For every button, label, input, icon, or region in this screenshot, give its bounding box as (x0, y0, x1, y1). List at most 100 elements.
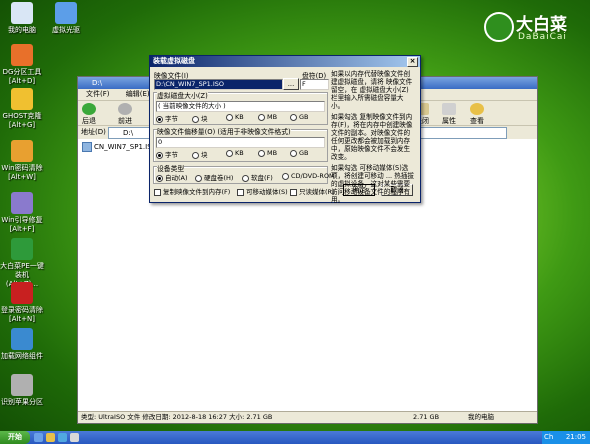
desktop-icon-label: 加载网络组件 (1, 352, 43, 360)
desktop-icon[interactable]: Win密码清除 [Alt+W] (0, 140, 44, 182)
iso-file-icon (82, 142, 92, 152)
desktop-icon[interactable]: GHOST克隆 [Alt+G] (0, 88, 44, 130)
menu-file[interactable]: 文件(F) (86, 90, 110, 98)
device-floppy[interactable]: 软盘(F) (242, 172, 273, 182)
radio-dot-icon (156, 174, 163, 182)
desktop-icon-label: 识别苹果分区 (1, 398, 43, 406)
drive-select[interactable]: F (300, 79, 329, 90)
address-label: 地址(D) (81, 128, 106, 136)
desktop-icon[interactable]: 加载网络组件 (0, 328, 44, 361)
desktop-icon-label: Win密码清除 [Alt+W] (1, 164, 43, 181)
forward-arrow-icon (118, 103, 132, 115)
image-file-input[interactable]: D:\CN_WIN7_SP1.ISO (154, 79, 283, 90)
view-icon (470, 103, 484, 115)
forward-button[interactable]: 前进 (118, 103, 132, 126)
quicklaunch-tool-icon[interactable] (70, 433, 79, 442)
desktop-icon-label: GHOST克隆 [Alt+G] (2, 112, 42, 129)
properties-button[interactable]: 属性 (442, 103, 456, 126)
readonly-media-checkbox[interactable]: 只读媒体(R) (290, 186, 335, 196)
status-info: 类型: UltraISO 文件 修改日期: 2012-8-18 16:27 大小… (81, 413, 273, 421)
desktop-icon[interactable]: 我的电脑 (0, 2, 44, 35)
logo-pinyin: DaBaiCai (518, 32, 567, 42)
dabaicai-logo: 大白菜 DaBaiCai (484, 10, 582, 48)
desktop-app-icon (11, 282, 33, 304)
help-paragraph: 如果以内存代替映像文件创建虚拟磁盘，请将 映像文件 留空，在 虚拟磁盘大小(Z)… (331, 70, 413, 110)
device-hdd[interactable]: 硬盘卷(H) (195, 172, 233, 182)
radio-dot-icon (192, 151, 199, 159)
menu-edit[interactable]: 编辑(E) (126, 90, 150, 98)
desktop-icon[interactable]: 虚拟光驱 (44, 2, 88, 35)
radio-dot-icon (242, 174, 249, 182)
device-auto[interactable]: 自动(A) (156, 172, 188, 182)
desktop-app-icon (11, 328, 33, 350)
browse-button[interactable]: ... (283, 78, 299, 90)
quicklaunch-folder-icon[interactable] (46, 433, 55, 442)
dialog-title[interactable]: 装载虚拟磁盘 × (150, 56, 420, 67)
radio-dot-icon (290, 113, 297, 121)
file-item[interactable]: CN_WIN7_SP1.ISO (82, 142, 157, 152)
help-paragraph: 如果勾选 复制映像文件到内存(F)，将在内存中创建映像文件的副本。对映像文件的任… (331, 113, 413, 161)
start-button[interactable]: 开始 (0, 431, 30, 444)
desktop-icon-label: DG分区工具 [Alt+D] (2, 68, 42, 85)
disk-size-label: 虚拟磁盘大小(Z) (157, 90, 208, 100)
offset-unit-gb[interactable]: GB (290, 149, 309, 157)
device-cdrom[interactable]: CD/DVD-ROM (282, 172, 335, 180)
offset-unit-kb[interactable]: KB (226, 149, 244, 157)
size-unit-kb[interactable]: KB (226, 113, 244, 121)
radio-dot-icon (195, 174, 202, 182)
desktop-icon[interactable]: 登录密码清除 [Alt+N] (0, 282, 44, 324)
checkbox-icon (290, 188, 297, 196)
quicklaunch-explorer-icon[interactable] (34, 433, 43, 442)
offset-unit-bytes[interactable]: 字节 (156, 149, 178, 159)
desktop-icon-label: 我的电脑 (8, 26, 36, 34)
desktop-app-icon (11, 192, 33, 214)
size-unit-block[interactable]: 块 (192, 113, 208, 123)
desktop-icon-label: 虚拟光驱 (52, 26, 80, 34)
desktop-icon-label: 登录密码清除 [Alt+N] (1, 306, 43, 323)
offset-input[interactable]: 0 (156, 137, 325, 148)
offset-unit-block[interactable]: 块 (192, 149, 208, 159)
radio-dot-icon (156, 115, 163, 123)
quicklaunch-ie-icon[interactable] (58, 433, 67, 442)
desktop-app-icon (11, 44, 33, 66)
checkbox-icon (154, 188, 161, 196)
help-paragraph: 如果勾选 可移动媒体(S)选项，将创建可移动 ... 热插拔的虚拟设备，这对某些… (331, 164, 415, 204)
desktop-app-icon (11, 88, 33, 110)
back-button[interactable]: 后退 (82, 103, 96, 126)
mount-dialog[interactable]: 装载虚拟磁盘 × 映像文件(I) D:\CN_WIN7_SP1.ISO ... … (149, 55, 421, 204)
ime-indicator[interactable]: Ch (544, 431, 553, 444)
radio-dot-icon (226, 113, 233, 121)
view-button[interactable]: 查看 (470, 103, 484, 126)
radio-dot-icon (290, 149, 297, 157)
desktop-app-icon (11, 140, 33, 162)
dialog-help-text: 如果以内存代替映像文件创建虚拟磁盘，请将 映像文件 留空，在 虚拟磁盘大小(Z)… (331, 70, 415, 207)
desktop-icon[interactable]: Win引导修复 [Alt+F] (0, 192, 44, 234)
properties-icon (442, 103, 456, 115)
system-tray: Ch 21:05 (542, 431, 590, 444)
copy-to-memory-checkbox[interactable]: 复制映像文件到内存(F) (154, 186, 230, 196)
radio-dot-icon (192, 115, 199, 123)
clock[interactable]: 21:05 (566, 433, 586, 441)
size-unit-bytes[interactable]: 字节 (156, 113, 178, 123)
size-unit-gb[interactable]: GB (290, 113, 309, 121)
offset-unit-mb[interactable]: MB (258, 149, 277, 157)
desktop-icon[interactable]: 识别苹果分区 (0, 374, 44, 407)
dialog-close-icon[interactable]: × (407, 57, 418, 67)
back-arrow-icon (82, 103, 96, 115)
desktop-icon-label: Win引导修复 [Alt+F] (1, 216, 43, 233)
radio-dot-icon (156, 151, 163, 159)
radio-dot-icon (282, 172, 289, 180)
radio-dot-icon (226, 149, 233, 157)
radio-dot-icon (258, 149, 265, 157)
desktop-icon[interactable]: DG分区工具 [Alt+D] (0, 44, 44, 86)
size-unit-mb[interactable]: MB (258, 113, 277, 121)
offset-label: 映像文件偏移量(O) (适用于非映像文件格式) (157, 126, 291, 136)
disk-size-input[interactable]: ( 当前映像文件的大小 ) (156, 101, 325, 112)
status-location: 我的电脑 (468, 413, 494, 421)
desktop-app-icon (55, 2, 77, 24)
removable-media-checkbox[interactable]: 可移动媒体(S) (237, 186, 288, 196)
radio-dot-icon (258, 113, 265, 121)
status-size: 2.71 GB (413, 413, 440, 421)
checkbox-icon (237, 188, 244, 196)
desktop-app-icon (11, 238, 33, 260)
